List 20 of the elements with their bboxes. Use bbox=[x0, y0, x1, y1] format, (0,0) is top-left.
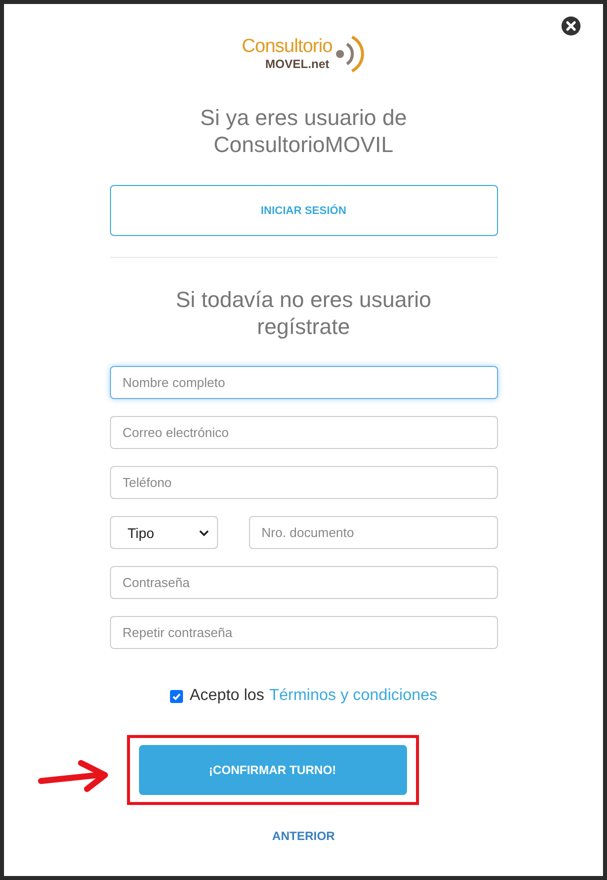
checkbox[interactable] bbox=[170, 690, 183, 702]
logo-subtitle: MOVEL.net bbox=[265, 57, 330, 71]
text-field[interactable]: Teléfono bbox=[110, 466, 498, 499]
type-dropdown[interactable]: Tipo bbox=[110, 516, 218, 549]
login-heading: Si ya eres usuario de ConsultorioMOVIL bbox=[199, 104, 408, 158]
text-field[interactable]: Nro. documento bbox=[248, 516, 498, 549]
terms-label: Acepto los bbox=[190, 687, 264, 705]
chevron-down-icon bbox=[198, 530, 208, 536]
text-field[interactable]: Correo electrónico bbox=[110, 416, 498, 449]
text-field[interactable]: Nombre completo bbox=[110, 366, 498, 399]
close-icon[interactable] bbox=[561, 16, 581, 36]
text-field[interactable]: Contraseña bbox=[110, 566, 498, 599]
back-link[interactable]: ANTERIOR bbox=[272, 829, 335, 843]
login-button[interactable]: INICIAR SESIÓN bbox=[110, 185, 498, 236]
confirm-button[interactable]: ¡CONFIRMAR TURNO! bbox=[138, 745, 406, 795]
text-field[interactable]: Repetir contraseña bbox=[110, 616, 498, 649]
signal-icon bbox=[335, 34, 366, 74]
terms-link[interactable]: Términos y condiciones bbox=[269, 687, 438, 705]
register-heading: Si todavía no eres usuario regístrate bbox=[174, 286, 432, 340]
logo-wordmark: Consultorio bbox=[242, 37, 332, 57]
